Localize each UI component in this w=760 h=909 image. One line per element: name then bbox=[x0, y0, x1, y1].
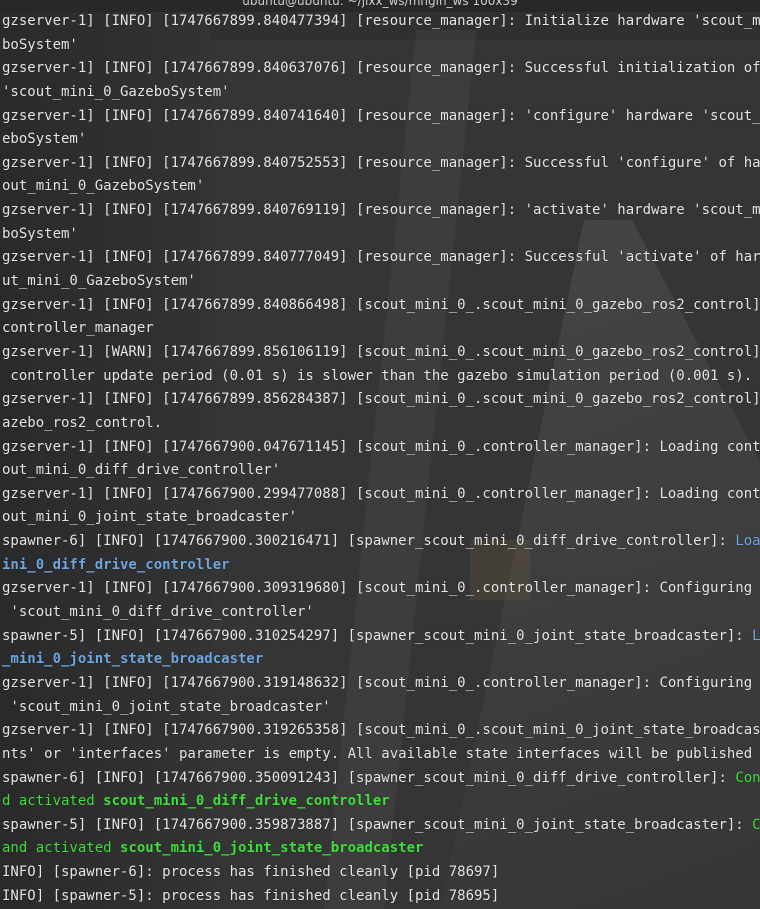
log-line: eboSystem' bbox=[0, 128, 760, 152]
log-line: _mini_0_joint_state_broadcaster bbox=[0, 648, 760, 672]
log-text-segment: gzserver-1] [INFO] [1747667900.319265358… bbox=[2, 722, 760, 739]
log-text-segment: Configured a bbox=[735, 769, 760, 786]
log-line: spawner-5] [INFO] [1747667900.310254297]… bbox=[0, 625, 760, 649]
log-text-segment: spawner-6] [INFO] [1747667900.300216471]… bbox=[2, 533, 736, 550]
log-text-segment: out_mini_0_joint_state_broadcaster' bbox=[2, 509, 298, 526]
log-line: gzserver-1] [INFO] [1747667899.840477394… bbox=[0, 10, 760, 34]
log-text-segment: _mini_0_joint_state_broadcaster bbox=[2, 651, 264, 668]
log-text-segment: gzserver-1] [INFO] [1747667899.840777049… bbox=[2, 249, 760, 266]
log-text-segment: gzserver-1] [WARN] [1747667899.856106119… bbox=[2, 343, 760, 360]
log-line: out_mini_0_GazeboSystem' bbox=[0, 175, 760, 199]
log-line: gzserver-1] [INFO] [1747667899.840752553… bbox=[0, 152, 760, 176]
log-line: gzserver-1] [INFO] [1747667900.299477088… bbox=[0, 483, 760, 507]
log-line: boSystem' bbox=[0, 34, 760, 58]
terminal-window[interactable]: ubuntu@ubuntu: ~/jixx_ws/mhgin_ws 100x39… bbox=[0, 0, 760, 909]
log-text-segment: gzserver-1] [INFO] [1747667899.840637076… bbox=[2, 60, 760, 77]
log-text-segment: boSystem' bbox=[2, 225, 78, 242]
log-text-segment: ini_0_diff_drive_controller bbox=[2, 556, 230, 573]
log-text-segment: INFO] [spawner-6]: process has finished … bbox=[2, 864, 500, 881]
log-text-segment: d activated bbox=[2, 793, 104, 810]
log-text-segment: 'scout_mini_0_GazeboSystem' bbox=[2, 83, 230, 100]
log-text-segment: Configured bbox=[752, 816, 760, 833]
log-text-segment: spawner-6] [INFO] [1747667900.350091243]… bbox=[2, 769, 736, 786]
log-text-segment: gzserver-1] [INFO] [1747667899.840752553… bbox=[2, 154, 760, 171]
log-line: gzserver-1] [INFO] [1747667899.856284387… bbox=[0, 388, 760, 412]
log-line: spawner-5] [INFO] [1747667900.359873887]… bbox=[0, 814, 760, 838]
log-text-segment: Loaded bbox=[752, 627, 760, 644]
log-line: 'scout_mini_0_GazeboSystem' bbox=[0, 81, 760, 105]
log-line: ini_0_diff_drive_controller bbox=[0, 554, 760, 578]
log-line: 'scout_mini_0_diff_drive_controller' bbox=[0, 601, 760, 625]
log-line: spawner-6] [INFO] [1747667900.300216471]… bbox=[0, 530, 760, 554]
log-line: controller_manager bbox=[0, 317, 760, 341]
log-text-segment: out_mini_0_GazeboSystem' bbox=[2, 178, 205, 195]
log-line: boSystem' bbox=[0, 223, 760, 247]
log-text-segment: INFO] [spawner-5]: process has finished … bbox=[2, 887, 500, 904]
log-line: and activated scout_mini_0_joint_state_b… bbox=[0, 837, 760, 861]
log-text-segment: gzserver-1] [INFO] [1747667899.840741640… bbox=[2, 107, 760, 124]
log-text-segment: spawner-5] [INFO] [1747667900.310254297]… bbox=[2, 627, 753, 644]
window-title: ubuntu@ubuntu: ~/jixx_ws/mhgin_ws 100x39 bbox=[242, 0, 518, 8]
log-line: gzserver-1] [INFO] [1747667899.840741640… bbox=[0, 105, 760, 129]
log-line: ut_mini_0_GazeboSystem' bbox=[0, 270, 760, 294]
log-text-segment: controller update period (0.01 s) is slo… bbox=[2, 367, 753, 384]
log-text-segment: and activated bbox=[2, 840, 121, 857]
log-line: controller update period (0.01 s) is slo… bbox=[0, 365, 760, 389]
log-text-segment: gzserver-1] [INFO] [1747667900.319148632… bbox=[2, 674, 760, 691]
log-line: out_mini_0_joint_state_broadcaster' bbox=[0, 506, 760, 530]
log-text-segment: spawner-5] [INFO] [1747667900.359873887]… bbox=[2, 816, 753, 833]
log-line: d activated scout_mini_0_diff_drive_cont… bbox=[0, 790, 760, 814]
log-text-segment: out_mini_0_diff_drive_controller' bbox=[2, 462, 281, 479]
terminal-output[interactable]: gzserver-1] [INFO] [1747667899.840477394… bbox=[0, 10, 760, 909]
log-line: gzserver-1] [WARN] [1747667899.856106119… bbox=[0, 341, 760, 365]
log-text-segment: gzserver-1] [INFO] [1747667900.309319680… bbox=[2, 580, 760, 597]
log-line: INFO] [spawner-6]: process has finished … bbox=[0, 861, 760, 885]
log-line: gzserver-1] [INFO] [1747667900.319265358… bbox=[0, 719, 760, 743]
log-line: 'scout_mini_0_joint_state_broadcaster' bbox=[0, 696, 760, 720]
log-line: gzserver-1] [INFO] [1747667899.840769119… bbox=[0, 199, 760, 223]
log-text-segment: gzserver-1] [INFO] [1747667899.840477394… bbox=[2, 13, 760, 29]
log-line: gzserver-1] [INFO] [1747667899.840866498… bbox=[0, 294, 760, 318]
log-text-segment: eboSystem' bbox=[2, 131, 87, 148]
log-text-segment: 'scout_mini_0_joint_state_broadcaster' bbox=[2, 698, 331, 715]
log-text-segment: boSystem' bbox=[2, 36, 78, 53]
log-line: out_mini_0_diff_drive_controller' bbox=[0, 459, 760, 483]
log-text-segment: gzserver-1] [INFO] [1747667899.840769119… bbox=[2, 202, 760, 219]
log-line: nts' or 'interfaces' parameter is empty.… bbox=[0, 743, 760, 767]
log-text-segment: ut_mini_0_GazeboSystem' bbox=[2, 273, 196, 290]
log-text-segment: gzserver-1] [INFO] [1747667900.299477088… bbox=[2, 485, 760, 502]
log-line: gzserver-1] [INFO] [1747667900.319148632… bbox=[0, 672, 760, 696]
log-text-segment: nts' or 'interfaces' parameter is empty.… bbox=[2, 745, 753, 762]
log-line: gzserver-1] [INFO] [1747667900.309319680… bbox=[0, 577, 760, 601]
log-text-segment: Loaded bbox=[735, 533, 760, 550]
log-text-segment: scout_mini_0_joint_state_broadcaster bbox=[120, 840, 424, 857]
log-text-segment: gzserver-1] [INFO] [1747667900.047671145… bbox=[2, 438, 760, 455]
log-text-segment: azebo_ros2_control. bbox=[2, 414, 163, 431]
log-line: gzserver-1] [INFO] [1747667899.840777049… bbox=[0, 246, 760, 270]
log-text-segment: controller_manager bbox=[2, 320, 154, 337]
log-line: azebo_ros2_control. bbox=[0, 412, 760, 436]
log-line: INFO] [spawner-5]: process has finished … bbox=[0, 885, 760, 909]
log-line: gzserver-1] [INFO] [1747667899.840637076… bbox=[0, 57, 760, 81]
log-text-segment: gzserver-1] [INFO] [1747667899.856284387… bbox=[2, 391, 760, 408]
log-text-segment: gzserver-1] [INFO] [1747667899.840866498… bbox=[2, 296, 760, 313]
log-text-segment: 'scout_mini_0_diff_drive_controller' bbox=[2, 604, 314, 621]
log-line: gzserver-1] [INFO] [1747667900.047671145… bbox=[0, 436, 760, 460]
log-line: spawner-6] [INFO] [1747667900.350091243]… bbox=[0, 767, 760, 791]
log-text-segment: scout_mini_0_diff_drive_controller bbox=[103, 793, 390, 810]
